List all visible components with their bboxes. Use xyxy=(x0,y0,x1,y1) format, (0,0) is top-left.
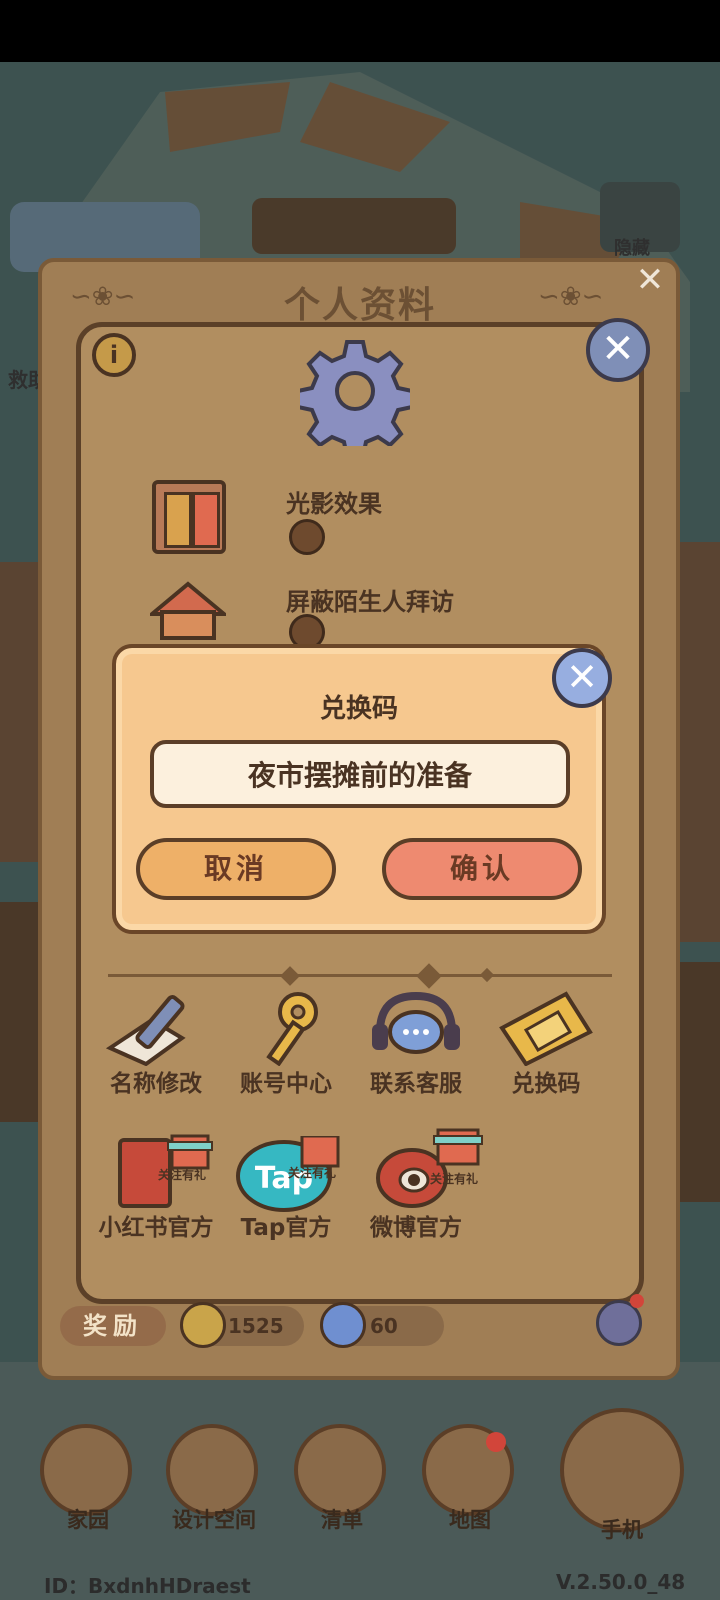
coin-icon xyxy=(180,1302,226,1348)
setting-label-block-visitors: 屏蔽陌生人拜访 xyxy=(286,588,454,616)
window-icon xyxy=(152,480,226,554)
nav-design-label: 设计空间 xyxy=(172,1508,256,1532)
home-icon xyxy=(40,1424,132,1516)
spiral-gem-icon xyxy=(320,1302,366,1348)
player-id: ID：BxdnhHDraest xyxy=(44,1574,251,1598)
follow-badge: 关注有礼 xyxy=(158,1168,207,1182)
pencil-icon xyxy=(106,995,186,1066)
section-divider xyxy=(108,974,612,977)
design-icon xyxy=(166,1424,258,1516)
confirm-button[interactable]: 确认 xyxy=(382,838,582,900)
nav-map[interactable]: 地图 xyxy=(422,1424,518,1554)
redeem-code-shortcut[interactable]: 兑换码 xyxy=(496,988,596,1098)
tap-official-label: Tap官方 xyxy=(240,1215,332,1241)
weibo-official-label: 微博官方 xyxy=(370,1215,462,1241)
nav-home[interactable]: 家园 xyxy=(40,1424,136,1554)
rewards-label: 奖励 xyxy=(60,1306,166,1346)
customer-service-shortcut[interactable]: 联系客服 xyxy=(366,988,466,1098)
ticket-icon xyxy=(499,991,593,1066)
xiaohongshu-shortcut[interactable]: 关注有礼 小红书官方 xyxy=(94,1120,218,1241)
redeem-code-input[interactable] xyxy=(150,740,570,808)
setting-label-lighting: 光影效果 xyxy=(286,490,382,518)
follow-badge: 关注有礼 xyxy=(430,1172,479,1186)
status-bar xyxy=(0,0,720,62)
rename-label: 名称修改 xyxy=(110,1071,202,1097)
notification-dot xyxy=(630,1294,644,1308)
list-icon xyxy=(294,1424,386,1516)
house-icon xyxy=(146,580,230,640)
coins-value: 1525 xyxy=(228,1314,284,1338)
nav-map-label: 地图 xyxy=(449,1508,491,1532)
account-center-label: 账号中心 xyxy=(240,1071,332,1097)
outer-close-icon[interactable]: ✕ xyxy=(630,262,670,302)
weibo-icon xyxy=(376,1128,483,1208)
lighting-toggle[interactable] xyxy=(289,519,325,555)
redeem-dialog-title: 兑换码 xyxy=(319,694,398,724)
redeem-code-label: 兑换码 xyxy=(511,1071,581,1097)
headset-icon xyxy=(372,991,460,1054)
dialog-close-icon[interactable]: ✕ xyxy=(552,648,612,708)
info-icon[interactable]: i xyxy=(92,333,136,377)
account-center-shortcut[interactable]: 账号中心 xyxy=(236,988,336,1098)
nav-home-label: 家园 xyxy=(67,1508,109,1532)
gear-icon xyxy=(300,340,410,446)
customer-service-label: 联系客服 xyxy=(370,1071,462,1097)
key-icon xyxy=(266,992,318,1066)
tap-official-shortcut[interactable]: Tap 关注有礼 Tap官方 xyxy=(236,1120,346,1241)
hide-label[interactable]: 隐藏 xyxy=(614,234,650,260)
weibo-official-shortcut[interactable]: 关注有礼 微博官方 xyxy=(366,1120,490,1241)
follow-badge: 关注有礼 xyxy=(288,1166,337,1180)
nav-phone-label: 手机 xyxy=(601,1518,643,1542)
xiaohongshu-label: 小红书官方 xyxy=(98,1215,214,1241)
nav-list[interactable]: 清单 xyxy=(294,1424,390,1554)
notification-dot xyxy=(486,1432,506,1452)
cancel-button[interactable]: 取消 xyxy=(136,838,336,900)
rename-shortcut[interactable]: 名称修改 xyxy=(106,988,206,1098)
settings-close-button[interactable]: ✕ xyxy=(586,318,650,382)
gems-value: 60 xyxy=(370,1314,398,1338)
nav-design-space[interactable]: 设计空间 xyxy=(166,1424,262,1554)
version-label: V.2.50.0_48 xyxy=(556,1570,686,1594)
nav-phone[interactable]: 手机 xyxy=(560,1408,690,1558)
nav-list-label: 清单 xyxy=(321,1508,363,1532)
